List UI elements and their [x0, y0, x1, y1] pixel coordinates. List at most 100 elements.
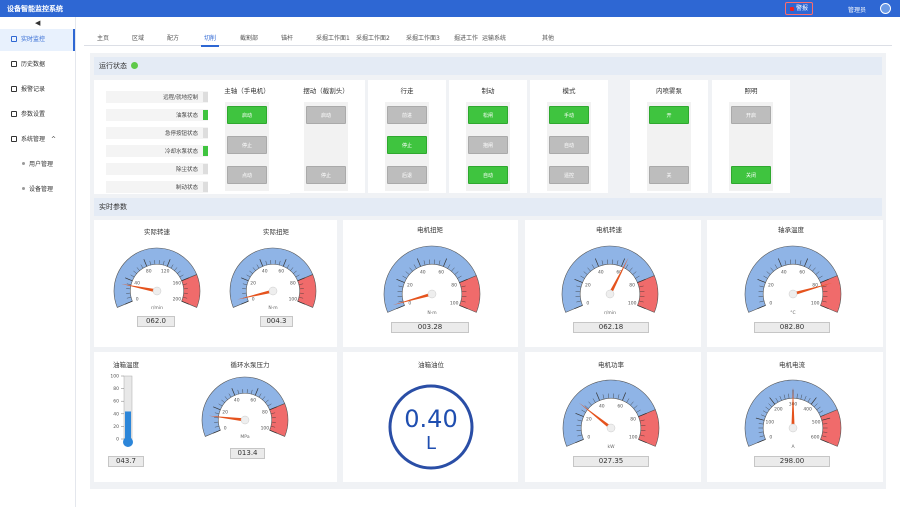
control-button[interactable]: 关闭 [731, 166, 771, 184]
sidebar-item-1[interactable]: 历史数据 [0, 54, 75, 76]
control-button[interactable]: 停止 [387, 136, 427, 154]
sidebar-item-4[interactable]: 系统管理 ^ [0, 129, 75, 151]
gauge-tick-label: 60 [617, 403, 623, 409]
control-button[interactable]: 松闸 [468, 106, 508, 124]
gauge-2: 0 20 40 60 80 100 N·m [383, 245, 481, 316]
tab-7[interactable]: 采掘工作面2 [356, 33, 390, 42]
control-button[interactable]: 后退 [387, 166, 427, 184]
control-button[interactable]: 自动 [468, 166, 508, 184]
tab-0[interactable]: 主页 [97, 33, 109, 42]
gauge-tick-label: 20 [250, 280, 256, 286]
status-section-header: 运行状态 [94, 57, 882, 75]
thermo-readout: 043.7 [108, 456, 144, 467]
params-section-title: 实时参数 [99, 203, 127, 211]
gauge-tick-label: 200 [774, 406, 783, 412]
control-button[interactable]: 启动 [306, 106, 346, 124]
thermometer: 100 80 60 40 20 0 [110, 374, 133, 447]
sidebar-item-6[interactable]: 设备管理 [0, 179, 75, 201]
tab-10[interactable]: 运输系统 [482, 33, 506, 42]
control-panel-title: 主轴（手电机） [224, 87, 270, 95]
tab-3[interactable]: 切削 [201, 33, 220, 47]
tab-4[interactable]: 截割部 [240, 33, 258, 42]
control-button[interactable]: 开启 [731, 106, 771, 124]
params-section-header: 实时参数 [94, 198, 882, 216]
control-button[interactable]: 遥控 [549, 166, 589, 184]
control-button[interactable]: 停止 [227, 136, 267, 154]
main-content: 运行状态 远程/就地控制OnOff油泵状态OnOff急停按钮状态OnOff冷却水… [90, 53, 886, 489]
control-button[interactable]: 启动 [227, 106, 267, 124]
sidebar-item-2[interactable]: 报警记录 [0, 79, 75, 101]
gauge-tick-label: 80 [451, 282, 457, 288]
gauge-tick-label: 20 [585, 282, 591, 288]
thermo-bulb [123, 437, 133, 447]
control-button[interactable]: 自动 [549, 136, 589, 154]
tab-6[interactable]: 采掘工作面1 [316, 33, 350, 42]
monitor-icon [11, 36, 17, 42]
alarm-button[interactable]: 警报 [785, 2, 813, 15]
user-name[interactable]: 管理员 [848, 5, 866, 14]
control-button[interactable]: 关 [649, 166, 689, 184]
gauge-tick-label: 0 [136, 297, 139, 303]
tank-level-display: 0.40L [388, 384, 474, 470]
tank-value: 0.40 [404, 405, 457, 433]
control-button[interactable]: 点动 [227, 166, 267, 184]
gauge-title: 实际扭矩 [263, 228, 289, 236]
tab-8[interactable]: 采掘工作面3 [406, 33, 440, 42]
control-panel-5: 内喷雾泵开关 [630, 80, 708, 193]
top-bar: 设备智能监控系统 警报 管理员 [0, 0, 900, 17]
status-label: 油泵状态 [175, 113, 198, 119]
gauge-readout: 004.3 [260, 316, 293, 327]
tab-9[interactable]: 掘进工作 [454, 33, 478, 42]
gauge-tick-label: 80 [290, 280, 296, 286]
control-panel-title: 模式 [562, 87, 576, 95]
gauge-tick-label: 100 [628, 301, 637, 307]
control-panel-2: 行走 前进 停止 后退 [368, 80, 446, 193]
thermo-tick-label: 0 [116, 437, 119, 443]
gauge-tick-label: 120 [161, 269, 170, 275]
status-label: 冷却水泵状态 [164, 149, 198, 155]
control-button[interactable]: 手动 [549, 106, 589, 124]
gauge-tick-label: 100 [450, 301, 459, 307]
thermo-tick-label: 20 [113, 424, 119, 430]
alarm-icon [789, 6, 794, 11]
gauge-readout: 003.28 [391, 322, 469, 333]
tab-2[interactable]: 配方 [167, 33, 179, 42]
control-button[interactable]: 前进 [387, 106, 427, 124]
thermo-tick-label: 40 [113, 411, 119, 417]
gauge-tick-label: 60 [799, 269, 805, 275]
control-panel-title: 内喷雾泵 [656, 87, 682, 95]
tab-1[interactable]: 区域 [132, 33, 144, 42]
sidebar-item-label: 用户管理 [29, 161, 54, 168]
collapse-icon[interactable]: ◀ [35, 19, 40, 27]
sidebar-item-label: 报警记录 [21, 86, 46, 93]
gauge-tick-label: 0 [252, 297, 255, 303]
control-button[interactable]: 停止 [306, 166, 346, 184]
control-panel-3: 制动 松闸 抱闸 自动 [449, 80, 527, 193]
gauge-tick-label: 80 [146, 269, 152, 275]
gauge-7: 0100200300400500600A [744, 379, 842, 450]
gauge-tick-label: 0 [586, 301, 589, 307]
control-button[interactable]: 抱闸 [468, 136, 508, 154]
sidebar-item-3[interactable]: 参数设置 [0, 104, 75, 126]
sidebar-item-0[interactable]: 实时监控 [0, 29, 75, 51]
gauge-unit: °C [790, 310, 795, 316]
gauge-tick-label: 40 [420, 269, 426, 275]
sidebar-item-label: 参数设置 [21, 111, 46, 118]
gauge-tick-label: 60 [438, 269, 444, 275]
gauge-hub [268, 286, 278, 296]
gauge-tick-label: 0 [408, 301, 411, 307]
gauge-tick-label: 40 [234, 398, 240, 404]
avatar[interactable] [880, 3, 891, 14]
control-button[interactable]: 开 [649, 106, 689, 124]
gauge-title: 电机扭矩 [417, 226, 443, 234]
gauge-0: 0 40 80 120160 200 r/min [113, 247, 201, 311]
sidebar-item-5[interactable]: 用户管理 [0, 154, 75, 176]
control-panel-0: 主轴（手电机） 启动停止点动 [208, 80, 286, 193]
control-panel-title: 行走 [400, 87, 414, 95]
sidebar-item-label: 历史数据 [21, 61, 46, 68]
status-label: 制动状态 [175, 185, 198, 191]
tab-11[interactable]: 其他 [542, 33, 554, 42]
thermo-tick-label: 80 [113, 386, 119, 392]
tab-5[interactable]: 锚杆 [281, 33, 293, 42]
control-panel-title: 照明 [744, 87, 758, 95]
